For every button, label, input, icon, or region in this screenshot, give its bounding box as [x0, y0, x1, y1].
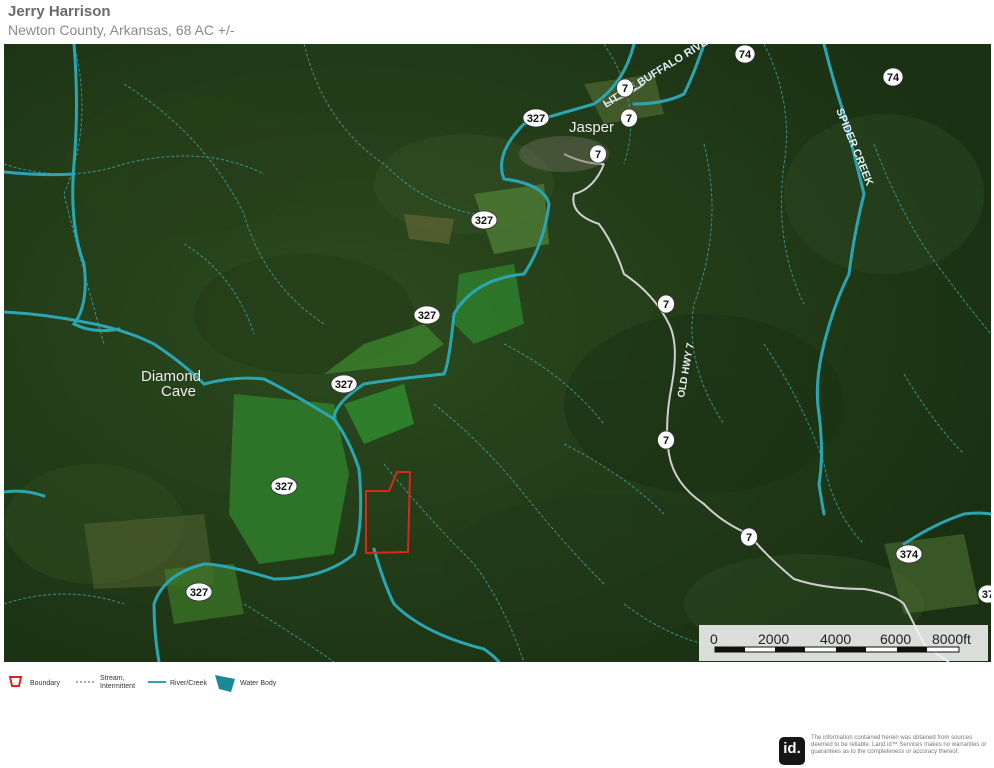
place-label-jasper: Jasper	[569, 119, 614, 136]
logo-text: id.	[783, 740, 801, 757]
map-subtitle: Newton County, Arkansas, 68 AC +/-	[8, 22, 235, 38]
shield-label: 74	[887, 72, 900, 84]
highway-shield-327: 327	[330, 374, 358, 394]
river-swatch-icon	[148, 681, 166, 683]
legend-stream-label-1: Stream,	[100, 675, 125, 682]
shield-label: 7	[663, 299, 669, 311]
shield-label: 327	[275, 481, 293, 493]
satellite-map[interactable]: Diamond Cave Jasper LITTLE BUFFALO RIVER…	[4, 44, 991, 662]
highway-shield-327: 327	[413, 305, 441, 325]
water-body-swatch-icon	[215, 675, 235, 692]
shield-label: 327	[335, 379, 353, 391]
disclaimer-text: The information contained herein was obt…	[811, 735, 987, 755]
legend-water-body: Water Body	[214, 672, 294, 694]
shield-label: 374	[900, 549, 919, 561]
highway-shield-74: 74	[734, 44, 756, 64]
scale-bar-graphic	[714, 646, 960, 653]
shield-label: 327	[190, 587, 208, 599]
highway-shield-7: 7	[616, 78, 634, 98]
land-id-logo: id.	[779, 737, 805, 765]
shield-label: 7	[746, 532, 752, 544]
highway-shield-7: 7	[657, 294, 675, 314]
map-legend: Boundary Stream, Intermittent River/Cree…	[8, 672, 328, 694]
legend-boundary-label: Boundary	[30, 680, 60, 687]
highway-shield-327: 327	[522, 108, 550, 128]
shield-label: 327	[418, 310, 436, 322]
highway-shield-7: 7	[657, 430, 675, 450]
highway-shield-7: 7	[589, 144, 607, 164]
scale-bar: 0 2000 4000 6000 8000ft	[699, 625, 988, 661]
shield-label: 37	[982, 589, 991, 601]
legend-water-body-label: Water Body	[240, 680, 277, 687]
legend-stream-label-2: Intermittent	[100, 683, 136, 690]
shield-label: 7	[595, 149, 601, 161]
shield-label: 327	[475, 215, 493, 227]
shield-label: 7	[622, 83, 628, 95]
legend-stream: Stream, Intermittent	[76, 672, 146, 694]
map-title: Jerry Harrison	[8, 3, 111, 20]
highway-shield-7: 7	[740, 527, 758, 547]
stream-swatch-icon	[76, 681, 94, 683]
highway-shield-374: 374	[895, 544, 923, 564]
shield-label: 327	[527, 113, 545, 125]
highway-shield-327: 327	[470, 210, 498, 230]
shield-label: 7	[663, 435, 669, 447]
map-canvas: Diamond Cave Jasper LITTLE BUFFALO RIVER…	[4, 44, 991, 662]
legend-river: River/Creek	[148, 672, 218, 694]
highway-shield-7: 7	[620, 108, 638, 128]
highway-shield-74: 74	[882, 67, 904, 87]
highway-shield-327: 327	[270, 476, 298, 496]
shield-label: 7	[626, 113, 632, 125]
shield-label: 74	[739, 49, 752, 61]
place-label-cave: Cave	[161, 383, 196, 400]
legend-river-label: River/Creek	[170, 680, 207, 687]
highway-shield-327: 327	[185, 582, 213, 602]
legend-boundary: Boundary	[8, 672, 68, 694]
boundary-swatch-icon	[8, 676, 23, 687]
